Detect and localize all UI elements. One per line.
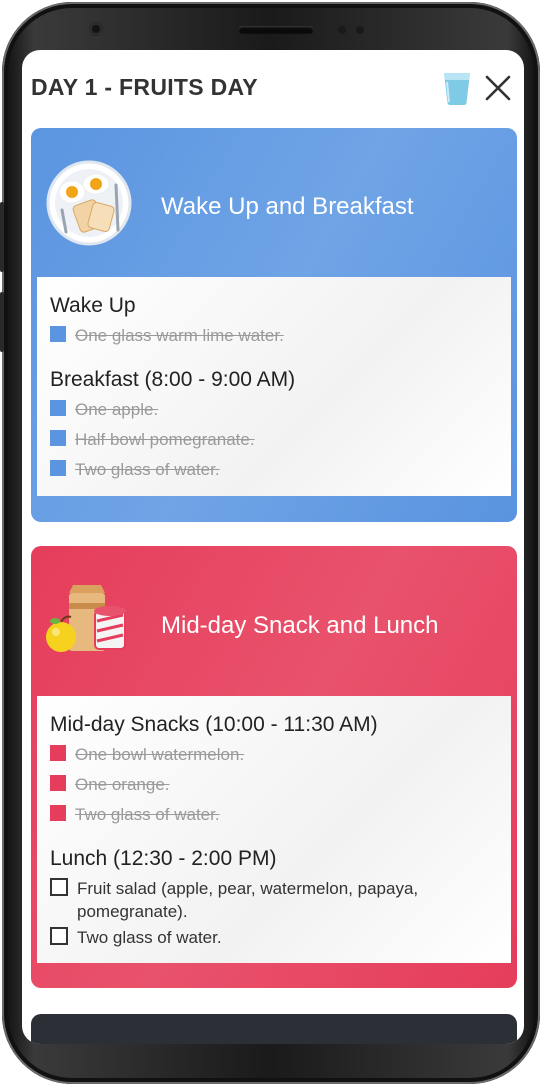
checklist-item: Two glass of water.: [50, 926, 222, 949]
checklist-item: One orange.: [50, 773, 170, 796]
side-button: [0, 292, 4, 352]
item-text: Half bowl pomegranate.: [75, 430, 255, 449]
section-title: Mid-day Snacks (10:00 - 11:30 AM): [50, 713, 378, 736]
item-text: One bowl watermelon.: [75, 745, 245, 764]
checked-checkbox[interactable]: [50, 775, 66, 791]
side-button: [0, 202, 4, 272]
checklist-item: One bowl watermelon.: [50, 743, 244, 766]
app-screen: DAY 1 - FRUITS DAY Wake Up and Breakfast…: [22, 50, 524, 1044]
checklist-item: Fruit salad (apple, pear, watermelon, pa…: [50, 877, 490, 923]
item-text: Two glass of water.: [75, 805, 220, 824]
card-body: Wake Up One glass warm lime water. Break…: [37, 277, 511, 496]
earpiece-speaker: [238, 26, 314, 34]
checked-checkbox[interactable]: [50, 326, 66, 342]
item-text: One apple.: [75, 400, 159, 419]
checked-checkbox[interactable]: [50, 400, 66, 416]
front-camera: [89, 22, 103, 36]
card-title: Mid-day Snack and Lunch: [161, 612, 439, 639]
checked-checkbox[interactable]: [50, 745, 66, 761]
light-sensor: [356, 26, 364, 34]
card-title: Wake Up and Breakfast: [161, 193, 414, 220]
top-bar: DAY 1 - FRUITS DAY: [22, 50, 524, 124]
checked-checkbox[interactable]: [50, 805, 66, 821]
phone-frame: DAY 1 - FRUITS DAY Wake Up and Breakfast…: [0, 2, 540, 1084]
proximity-sensor: [338, 26, 346, 34]
lunch-card: Mid-day Snack and Lunch Mid-day Snacks (…: [31, 546, 517, 988]
checklist-item: One glass warm lime water.: [50, 324, 284, 347]
unchecked-checkbox[interactable]: [50, 878, 68, 896]
page-title: DAY 1 - FRUITS DAY: [31, 74, 258, 100]
unchecked-checkbox[interactable]: [50, 927, 68, 945]
card-body: Mid-day Snacks (10:00 - 11:30 AM) One bo…: [37, 696, 511, 963]
checked-checkbox[interactable]: [50, 460, 66, 476]
checklist-item: Two glass of water.: [50, 803, 220, 826]
checklist-item: Two glass of water.: [50, 458, 220, 481]
breakfast-card: Wake Up and Breakfast Wake Up One glass …: [31, 128, 517, 522]
checklist-item: Half bowl pomegranate.: [50, 428, 255, 451]
water-glass-icon[interactable]: [442, 70, 472, 106]
item-text: One orange.: [75, 775, 170, 794]
item-text: One glass warm lime water.: [75, 326, 284, 345]
item-text: Two glass of water.: [77, 928, 222, 947]
lunch-bag-apple-icon: [46, 585, 126, 652]
checked-checkbox[interactable]: [50, 430, 66, 446]
dinner-card: [31, 1014, 517, 1044]
breakfast-plate-icon: [46, 160, 132, 246]
section-title: Breakfast (8:00 - 9:00 AM): [50, 368, 296, 391]
section-title: Lunch (12:30 - 2:00 PM): [50, 847, 277, 870]
item-text: Fruit salad (apple, pear, watermelon, pa…: [77, 879, 419, 921]
item-text: Two glass of water.: [75, 460, 220, 479]
close-icon[interactable]: [484, 74, 512, 102]
section-title: Wake Up: [50, 294, 136, 317]
checklist-item: One apple.: [50, 398, 158, 421]
